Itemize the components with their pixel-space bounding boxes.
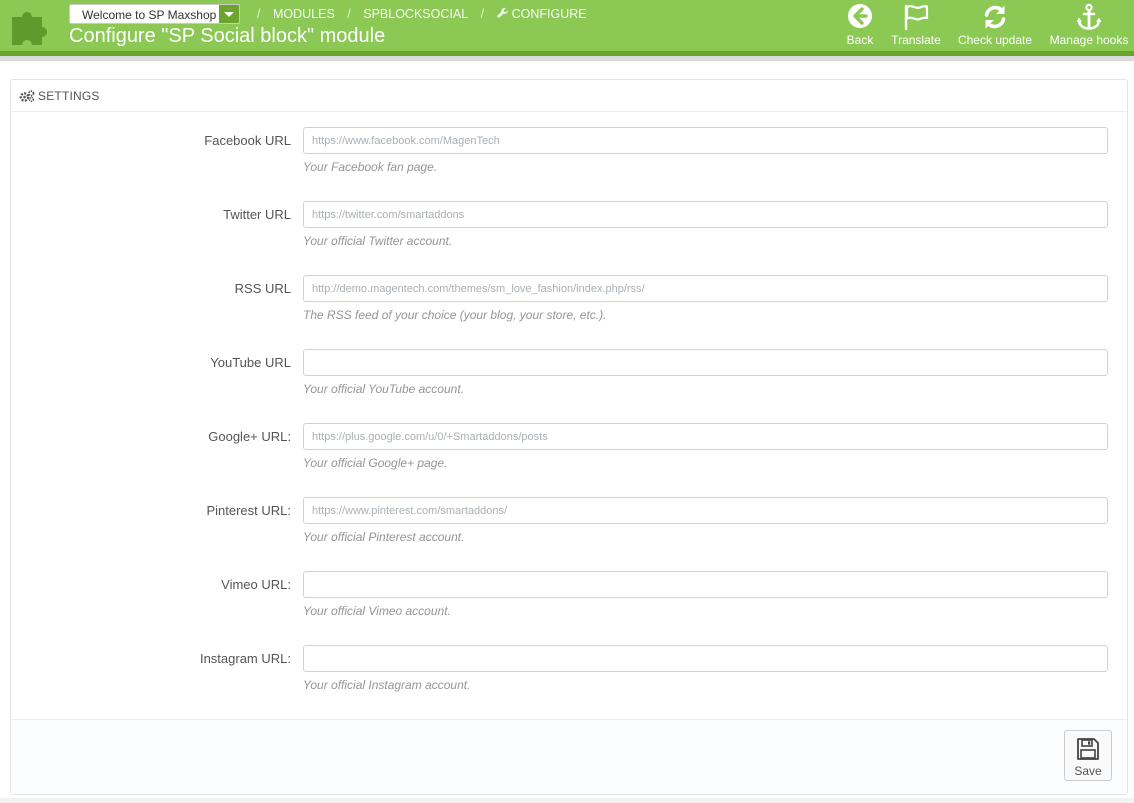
youtube-url-label: YouTube URL <box>210 355 291 370</box>
vimeo-url-help: Your official Vimeo account. <box>303 604 451 618</box>
instagram-url-help: Your official Instagram account. <box>303 678 471 692</box>
twitter-url-label: Twitter URL <box>223 207 291 222</box>
chevron-down-icon[interactable] <box>219 5 239 23</box>
facebook-url-input[interactable] <box>303 127 1108 154</box>
pinterest-url-help: Your official Pinterest account. <box>303 530 465 544</box>
facebook-url-help: Your Facebook fan page. <box>303 160 438 174</box>
floppy-disk-icon <box>1077 738 1099 760</box>
breadcrumb-configure: CONFIGURE <box>511 7 587 21</box>
twitter-url-input[interactable] <box>303 201 1108 228</box>
save-label: Save <box>1074 764 1102 778</box>
breadcrumb-spblocksocial[interactable]: SPBLOCKSOCIAL <box>363 7 468 21</box>
anchor-icon <box>1076 3 1102 30</box>
pinterest-url-label: Pinterest URL: <box>206 503 291 518</box>
vimeo-url-input[interactable] <box>303 571 1108 598</box>
breadcrumb-modules[interactable]: MODULES <box>273 7 335 21</box>
settings-panel: SETTINGS Facebook URL Your Facebook fan … <box>10 79 1128 795</box>
youtube-url-input[interactable] <box>303 349 1108 376</box>
wrench-icon <box>496 7 508 18</box>
refresh-icon <box>984 5 1006 29</box>
shop-select[interactable]: Welcome to SP Maxshop <box>69 4 240 24</box>
vimeo-url-label: Vimeo URL: <box>221 577 291 592</box>
panel-heading: SETTINGS <box>11 80 1127 112</box>
gears-icon <box>19 90 35 102</box>
rss-url-input[interactable] <box>303 275 1108 302</box>
page-title: Configure "SP Social block" module <box>69 25 386 47</box>
rss-url-help: The RSS feed of your choice (your blog, … <box>303 308 607 322</box>
flag-icon <box>904 4 929 31</box>
twitter-url-help: Your official Twitter account. <box>303 234 453 248</box>
page-header: Welcome to SP Maxshop / MODULES / SPBLOC… <box>0 0 1134 51</box>
instagram-url-input[interactable] <box>303 645 1108 672</box>
translate-label: Translate <box>891 33 941 47</box>
panel-footer: Save <box>11 719 1127 794</box>
manage-hooks-button[interactable]: Manage hooks <box>1045 3 1133 47</box>
google-plus-url-label: Google+ URL: <box>208 429 291 444</box>
panel-title: SETTINGS <box>38 89 100 103</box>
shop-select-value: Welcome to SP Maxshop <box>82 8 217 22</box>
save-button[interactable]: Save <box>1064 730 1112 781</box>
back-button[interactable]: Back <box>842 3 878 47</box>
check-update-label: Check update <box>957 33 1033 47</box>
rss-url-label: RSS URL <box>234 281 291 296</box>
manage-hooks-label: Manage hooks <box>1049 33 1129 47</box>
check-update-button[interactable]: Check update <box>955 3 1035 47</box>
back-label: Back <box>846 33 874 47</box>
facebook-url-label: Facebook URL <box>204 133 291 148</box>
pinterest-url-input[interactable] <box>303 497 1108 524</box>
google-plus-url-help: Your official Google+ page. <box>303 456 448 470</box>
google-plus-url-input[interactable] <box>303 423 1108 450</box>
toolbar-shadow <box>0 56 1134 61</box>
breadcrumb: / MODULES / SPBLOCKSOCIAL / CONFIGURE <box>257 7 587 21</box>
youtube-url-help: Your official YouTube account. <box>303 382 464 396</box>
instagram-url-label: Instagram URL: <box>199 651 291 666</box>
back-arrow-icon <box>848 4 872 28</box>
translate-button[interactable]: Translate <box>886 3 946 47</box>
bottom-band <box>0 798 1134 803</box>
puzzle-icon <box>12 12 47 45</box>
